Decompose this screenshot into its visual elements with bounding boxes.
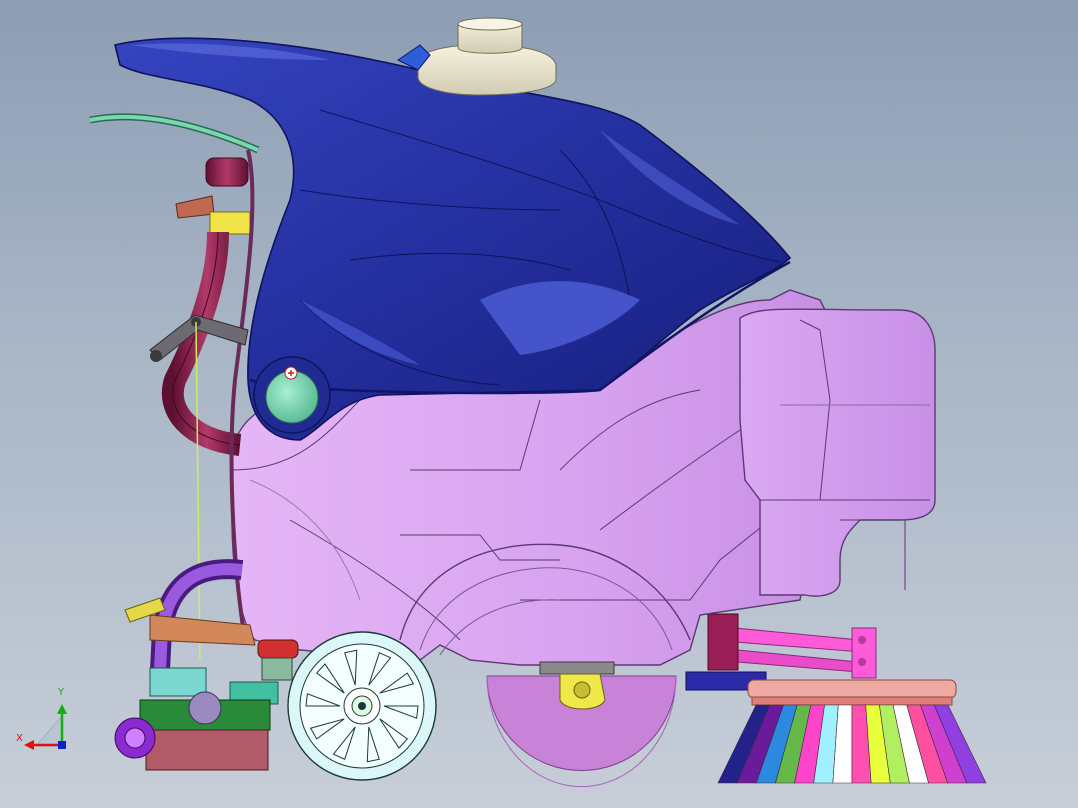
- y-axis-label: Y: [58, 687, 65, 698]
- x-axis-label: X: [16, 733, 23, 744]
- drain-hose[interactable]: [124, 559, 256, 671]
- brush-deck-linkage[interactable]: [685, 613, 877, 691]
- front-wheel[interactable]: [287, 631, 437, 781]
- coordinate-triad: [24, 704, 67, 750]
- tank-cap[interactable]: [397, 17, 557, 96]
- side-knob[interactable]: [253, 356, 331, 434]
- cad-viewport[interactable]: X Y: [0, 0, 1078, 808]
- solution-tank-rear[interactable]: [739, 308, 936, 597]
- brush-bristles: [717, 704, 987, 784]
- floor-scrubber-model[interactable]: [0, 0, 1078, 808]
- brush-head[interactable]: [717, 679, 987, 784]
